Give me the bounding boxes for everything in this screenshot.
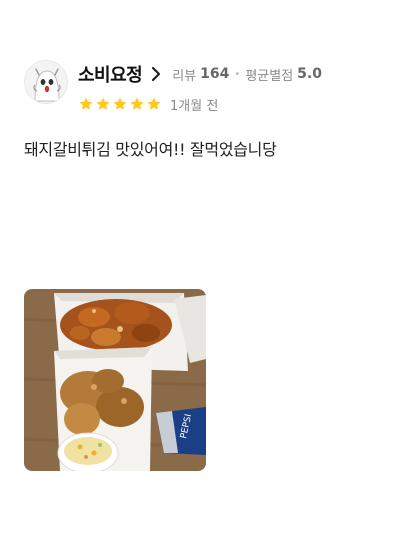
avatar[interactable]: [24, 60, 68, 104]
review-header: 소비요정 리뷰 164 • 평균별점 5.0 1개월 전: [24, 58, 384, 122]
star-icon: [130, 97, 144, 110]
reviewer-row[interactable]: 소비요정 리뷰 164 • 평균별점 5.0: [78, 60, 322, 88]
avg-rating: 5.0: [297, 66, 322, 82]
star-icon: [147, 97, 161, 110]
reviewer-stats: 리뷰 164 • 평균별점 5.0: [172, 65, 322, 84]
avg-rating-label: 평균별점: [245, 68, 294, 84]
review-count-label: 리뷰: [172, 68, 197, 84]
star-icon: [79, 97, 93, 110]
chevron-right-icon[interactable]: [148, 64, 164, 84]
review-time: 1개월 전: [170, 98, 219, 114]
reviewer-nickname[interactable]: 소비요정: [78, 61, 143, 87]
food-photo: PEPSI: [24, 289, 206, 471]
rating-row: 1개월 전: [78, 94, 218, 114]
separator-dot: •: [234, 68, 241, 80]
ghost-avatar-icon: [25, 61, 67, 103]
review-text: 돼지갈비튀김 맛있어여!! 잘먹었습니당: [24, 140, 277, 159]
star-icon: [96, 97, 110, 110]
review-photo[interactable]: PEPSI: [24, 289, 206, 471]
review-count: 164: [200, 66, 230, 82]
star-icon: [113, 97, 127, 110]
star-rating: [78, 96, 162, 112]
